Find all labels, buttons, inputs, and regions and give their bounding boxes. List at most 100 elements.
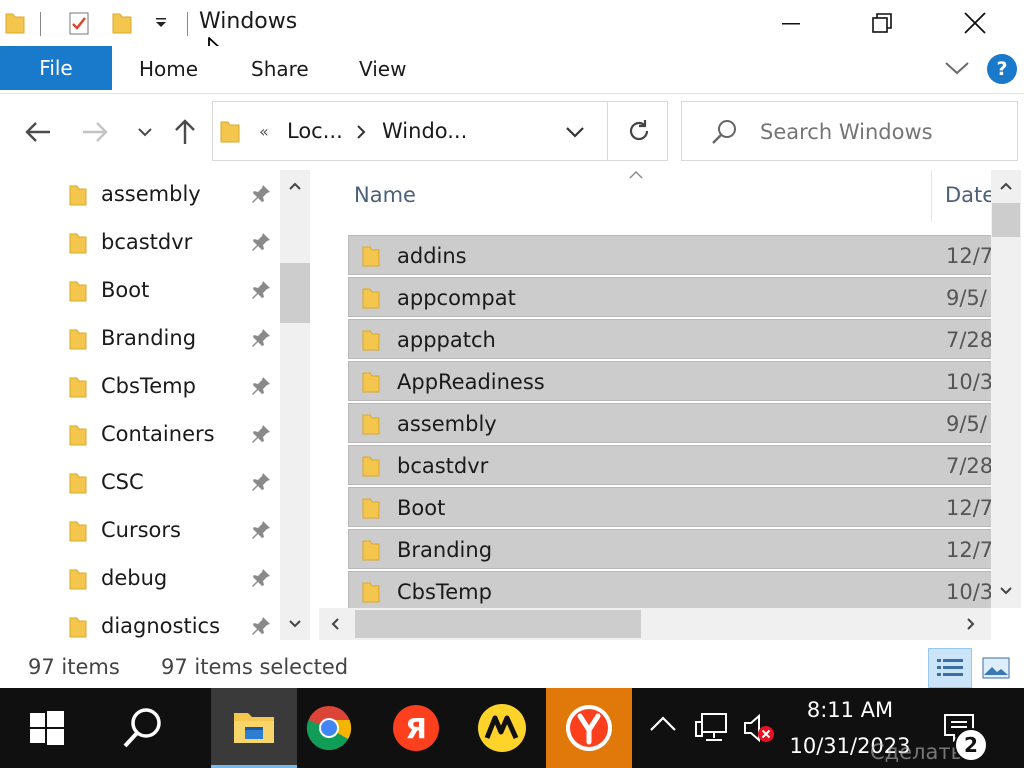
- address-overflow[interactable]: «: [259, 122, 269, 141]
- pin-icon[interactable]: [250, 375, 272, 397]
- nav-item-label: assembly: [101, 182, 201, 206]
- details-view-button[interactable]: [928, 648, 972, 688]
- column-header-name[interactable]: Name: [354, 183, 416, 207]
- refresh-icon: [629, 120, 648, 141]
- nav-item-cbstemp[interactable]: CbsTemp: [0, 363, 280, 411]
- tab-share[interactable]: Share: [251, 57, 309, 81]
- tab-file[interactable]: File: [0, 46, 112, 90]
- nav-scrollbar-thumb[interactable]: [280, 263, 310, 323]
- up-button[interactable]: [167, 112, 203, 152]
- nav-item-diagnostics[interactable]: diagnostics: [0, 603, 280, 648]
- folder-icon: [362, 456, 380, 477]
- vertical-scrollbar-thumb[interactable]: [992, 203, 1020, 237]
- pin-icon[interactable]: [250, 327, 272, 349]
- file-row-addins[interactable]: addins 12/7: [348, 235, 991, 275]
- column-header-date[interactable]: Date: [945, 183, 991, 207]
- customize-quick-access-icon[interactable]: [150, 10, 172, 36]
- nav-item-label: Boot: [101, 278, 150, 302]
- breadcrumb-windows[interactable]: Windo...: [382, 119, 467, 143]
- folder-icon: [69, 473, 87, 494]
- file-name: bcastdvr: [397, 454, 489, 478]
- nav-item-cursors[interactable]: Cursors: [0, 507, 280, 555]
- file-row-cbstemp[interactable]: CbsTemp 10/3: [348, 571, 991, 608]
- folder-icon: [69, 329, 87, 350]
- pin-icon[interactable]: [250, 423, 272, 445]
- refresh-button[interactable]: [607, 102, 669, 160]
- nav-item-boot[interactable]: Boot: [0, 267, 280, 315]
- pin-icon[interactable]: [250, 567, 272, 589]
- file-row-boot[interactable]: Boot 12/7: [348, 487, 991, 527]
- scroll-up-icon[interactable]: [288, 180, 302, 192]
- nav-pane-scrollbar[interactable]: [280, 170, 310, 640]
- taskbar-app-yandex-market[interactable]: [459, 688, 545, 768]
- restore-button[interactable]: [851, 0, 913, 46]
- taskbar-app-yandex[interactable]: Я: [373, 688, 459, 768]
- file-date: 12/7: [946, 244, 991, 268]
- breadcrumb-chevron-icon[interactable]: [355, 124, 367, 140]
- pin-icon[interactable]: [250, 231, 272, 253]
- pin-icon[interactable]: [250, 471, 272, 493]
- tab-view[interactable]: View: [359, 57, 406, 81]
- pin-icon[interactable]: [250, 183, 272, 205]
- nav-item-containers[interactable]: Containers: [0, 411, 280, 459]
- show-hidden-icons-chevron-icon[interactable]: [648, 714, 678, 738]
- help-button[interactable]: ?: [987, 54, 1017, 84]
- nav-item-assembly[interactable]: assembly: [0, 171, 280, 219]
- file-row-bcastdvr[interactable]: bcastdvr 7/28: [348, 445, 991, 485]
- yandex-icon: Я: [393, 705, 439, 751]
- network-icon[interactable]: [694, 712, 728, 748]
- file-row-appreadiness[interactable]: AppReadiness 10/3: [348, 361, 991, 401]
- taskbar-app-yandex-browser[interactable]: [546, 688, 632, 768]
- scroll-right-icon[interactable]: [965, 617, 977, 631]
- file-explorer-icon: [234, 712, 274, 743]
- back-button[interactable]: [20, 112, 56, 152]
- clock-time[interactable]: 8:11 AM: [790, 698, 910, 722]
- nav-item-label: debug: [101, 566, 168, 590]
- svg-text:Я: Я: [405, 712, 427, 745]
- nav-item-csc[interactable]: CSC: [0, 459, 280, 507]
- file-name: appcompat: [397, 286, 516, 310]
- file-row-appcompat[interactable]: appcompat 9/5/: [348, 277, 991, 317]
- pin-icon[interactable]: [250, 615, 272, 637]
- minimize-button[interactable]: [760, 0, 822, 46]
- forward-button[interactable]: [77, 112, 113, 152]
- scroll-up-icon[interactable]: [999, 180, 1013, 192]
- taskbar-app-chrome[interactable]: [286, 688, 372, 768]
- horizontal-scrollbar-thumb[interactable]: [355, 610, 641, 638]
- quick-access-separator: [40, 12, 41, 36]
- nav-item-bcastdvr[interactable]: bcastdvr: [0, 219, 280, 267]
- pin-icon[interactable]: [250, 279, 272, 301]
- pin-icon[interactable]: [250, 519, 272, 541]
- column-divider[interactable]: [931, 170, 932, 222]
- expand-ribbon-chevron-icon[interactable]: [944, 58, 970, 82]
- taskbar-app-file-explorer[interactable]: [211, 688, 297, 768]
- scroll-left-icon[interactable]: [329, 617, 341, 631]
- breadcrumb-local-disk[interactable]: Loc...: [287, 119, 343, 143]
- recent-locations-button[interactable]: [127, 112, 163, 152]
- windows-logo-icon: [30, 711, 64, 745]
- nav-item-branding[interactable]: Branding: [0, 315, 280, 363]
- file-row-branding[interactable]: Branding 12/7: [348, 529, 991, 569]
- nav-item-debug[interactable]: debug: [0, 555, 280, 603]
- file-row-assembly[interactable]: assembly 9/5/: [348, 403, 991, 443]
- search-button[interactable]: [100, 688, 186, 768]
- file-list-vertical-scrollbar[interactable]: [991, 170, 1021, 608]
- tab-home[interactable]: Home: [139, 57, 198, 81]
- properties-icon[interactable]: [68, 10, 90, 36]
- search-box[interactable]: [681, 101, 1018, 161]
- address-history-chevron-icon[interactable]: [565, 124, 585, 140]
- file-list-horizontal-scrollbar[interactable]: [319, 608, 991, 640]
- address-bar[interactable]: « Loc... Windo...: [212, 101, 668, 161]
- file-date: 10/3: [946, 580, 991, 604]
- close-button[interactable]: [944, 0, 1006, 46]
- folder-icon: [69, 233, 87, 254]
- start-button[interactable]: [4, 688, 90, 768]
- yandex-browser-icon: [566, 705, 612, 751]
- volume-muted-icon[interactable]: [742, 712, 776, 750]
- file-row-apppatch[interactable]: apppatch 7/28: [348, 319, 991, 359]
- scroll-down-icon[interactable]: [288, 618, 302, 630]
- large-icons-view-button[interactable]: [974, 648, 1018, 688]
- search-input[interactable]: [760, 116, 1010, 148]
- scroll-down-icon[interactable]: [999, 585, 1013, 597]
- new-folder-icon[interactable]: [111, 10, 133, 36]
